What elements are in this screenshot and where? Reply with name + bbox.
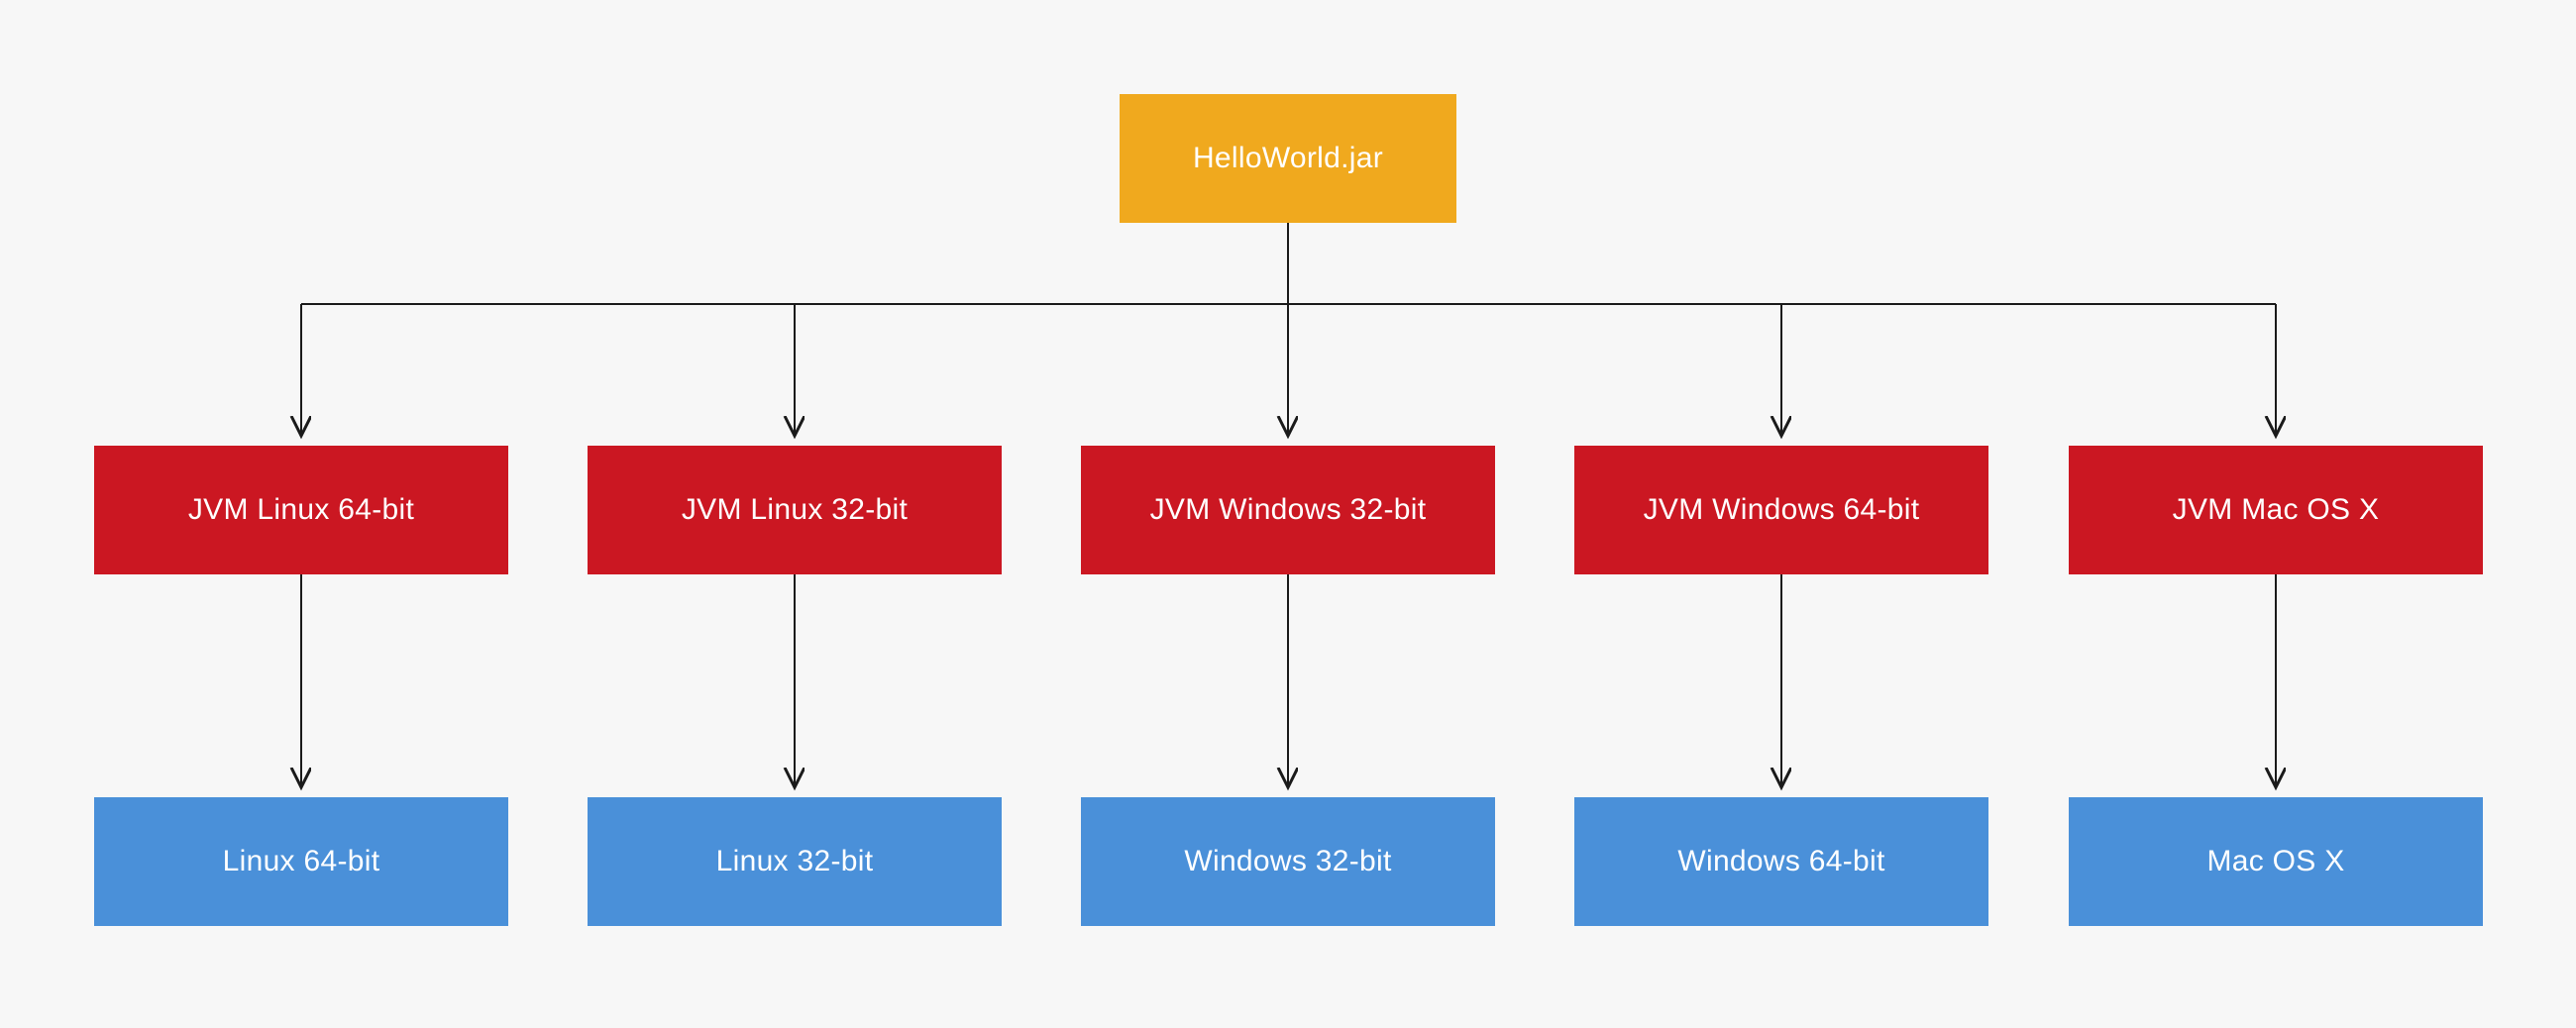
os-node-linux64: Linux 64-bit — [94, 797, 508, 926]
jvm-node-linux32: JVM Linux 32-bit — [588, 446, 1002, 574]
os-node-linux32: Linux 32-bit — [588, 797, 1002, 926]
jvm-architecture-diagram: HelloWorld.jar JVM Linux 64-bit JVM Linu… — [0, 0, 2576, 1028]
os-node-win64: Windows 64-bit — [1574, 797, 1988, 926]
jvm-label: JVM Linux 64-bit — [188, 493, 414, 527]
os-node-win32: Windows 32-bit — [1081, 797, 1495, 926]
root-node-jar: HelloWorld.jar — [1120, 94, 1456, 223]
os-label: Linux 32-bit — [716, 845, 874, 878]
os-label: Mac OS X — [2206, 845, 2344, 878]
jvm-node-macosx: JVM Mac OS X — [2069, 446, 2483, 574]
root-label: HelloWorld.jar — [1193, 142, 1383, 175]
os-label: Windows 64-bit — [1677, 845, 1884, 878]
jvm-node-win32: JVM Windows 32-bit — [1081, 446, 1495, 574]
os-label: Windows 32-bit — [1184, 845, 1391, 878]
os-label: Linux 64-bit — [223, 845, 380, 878]
jvm-label: JVM Linux 32-bit — [682, 493, 908, 527]
jvm-node-win64: JVM Windows 64-bit — [1574, 446, 1988, 574]
os-node-macosx: Mac OS X — [2069, 797, 2483, 926]
jvm-node-linux64: JVM Linux 64-bit — [94, 446, 508, 574]
jvm-label: JVM Windows 32-bit — [1150, 493, 1427, 527]
jvm-label: JVM Mac OS X — [2173, 493, 2380, 527]
jvm-label: JVM Windows 64-bit — [1644, 493, 1920, 527]
